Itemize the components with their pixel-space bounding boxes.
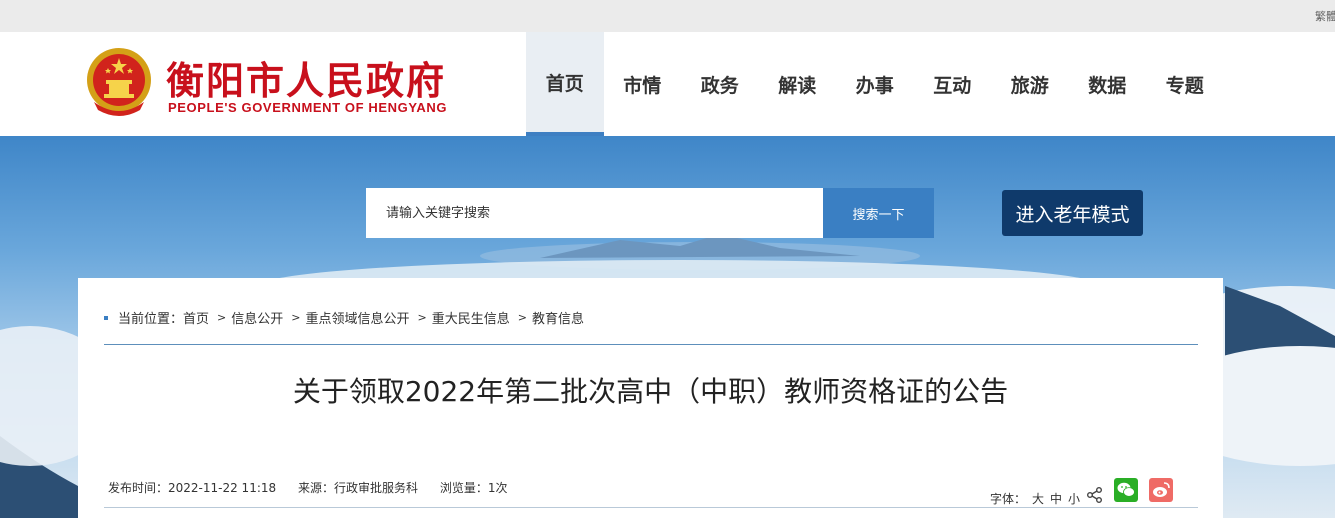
site-name-english: PEOPLE'S GOVERNMENT OF HENGYANG xyxy=(168,100,448,115)
article-source: 来源：行政审批服务科 xyxy=(297,481,418,495)
main-nav: 首页 市情 政务 解读 办事 互动 旅游 数据 专题 xyxy=(526,32,1224,136)
font-size-control: 字体： 大 中 小 xyxy=(990,490,1080,507)
breadcrumb-prefix: 当前位置： xyxy=(118,312,184,327)
font-size-small-button[interactable]: 小 xyxy=(1068,490,1080,507)
weibo-icon[interactable] xyxy=(1149,478,1173,502)
national-emblem-icon xyxy=(87,48,151,116)
nav-item-interaction[interactable]: 互动 xyxy=(914,32,992,136)
breadcrumb-item-info-public[interactable]: 信息公开 xyxy=(231,308,283,327)
site-header: 衡阳市人民政府 PEOPLE'S GOVERNMENT OF HENGYANG … xyxy=(0,32,1335,136)
article-meta: 发布时间：2022-11-22 11:18 来源：行政审批服务科 浏览量：1次 xyxy=(108,479,525,496)
search-input[interactable] xyxy=(366,188,823,238)
meta-divider xyxy=(104,507,1198,508)
font-size-medium-button[interactable]: 中 xyxy=(1050,490,1062,507)
publish-time: 发布时间：2022-11-22 11:18 xyxy=(108,481,277,495)
breadcrumb-separator-icon: > xyxy=(217,311,227,324)
breadcrumb-item-home[interactable]: 首页 xyxy=(183,308,209,327)
font-size-label: 字体： xyxy=(990,492,1027,506)
font-size-large-button[interactable]: 大 xyxy=(1032,490,1044,507)
nav-item-services[interactable]: 办事 xyxy=(836,32,914,136)
nav-item-interpretation[interactable]: 解读 xyxy=(759,32,837,136)
breadcrumb-separator-icon: > xyxy=(417,311,427,324)
breadcrumb-separator-icon: > xyxy=(517,311,527,324)
elder-mode-button[interactable]: 进入老年模式 xyxy=(1002,190,1143,236)
nav-item-home[interactable]: 首页 xyxy=(526,32,604,136)
search-button[interactable]: 搜索一下 xyxy=(823,188,934,238)
wechat-icon[interactable] xyxy=(1114,478,1138,502)
breadcrumb-separator-icon: > xyxy=(291,311,301,324)
nav-item-data[interactable]: 数据 xyxy=(1069,32,1147,136)
nav-item-tourism[interactable]: 旅游 xyxy=(991,32,1069,136)
traditional-chinese-link[interactable]: 繁體 xyxy=(1315,8,1335,24)
breadcrumb-item-education[interactable]: 教育信息 xyxy=(532,308,584,327)
article-title: 关于领取2022年第二批次高中（中职）教师资格证的公告 xyxy=(292,375,1009,408)
nav-item-government[interactable]: 政务 xyxy=(681,32,759,136)
nav-item-city[interactable]: 市情 xyxy=(604,32,682,136)
breadcrumb: 当前位置： 首页 > 信息公开 > 重点领域信息公开 > 重大民生信息 > 教育… xyxy=(104,308,584,327)
breadcrumb-bullet-icon xyxy=(104,315,108,320)
breadcrumb-item-key-areas[interactable]: 重点领域信息公开 xyxy=(305,308,409,327)
article-panel: 当前位置： 首页 > 信息公开 > 重点领域信息公开 > 重大民生信息 > 教育… xyxy=(78,278,1223,518)
site-name[interactable]: 衡阳市人民政府 xyxy=(166,50,446,105)
nav-item-topics[interactable]: 专题 xyxy=(1146,32,1224,136)
breadcrumb-divider xyxy=(104,344,1198,345)
top-strip: 繁體 xyxy=(0,0,1335,32)
share-icon[interactable] xyxy=(1086,486,1104,504)
view-count: 浏览量：1次 xyxy=(439,481,508,495)
breadcrumb-item-livelihood[interactable]: 重大民生信息 xyxy=(432,308,510,327)
